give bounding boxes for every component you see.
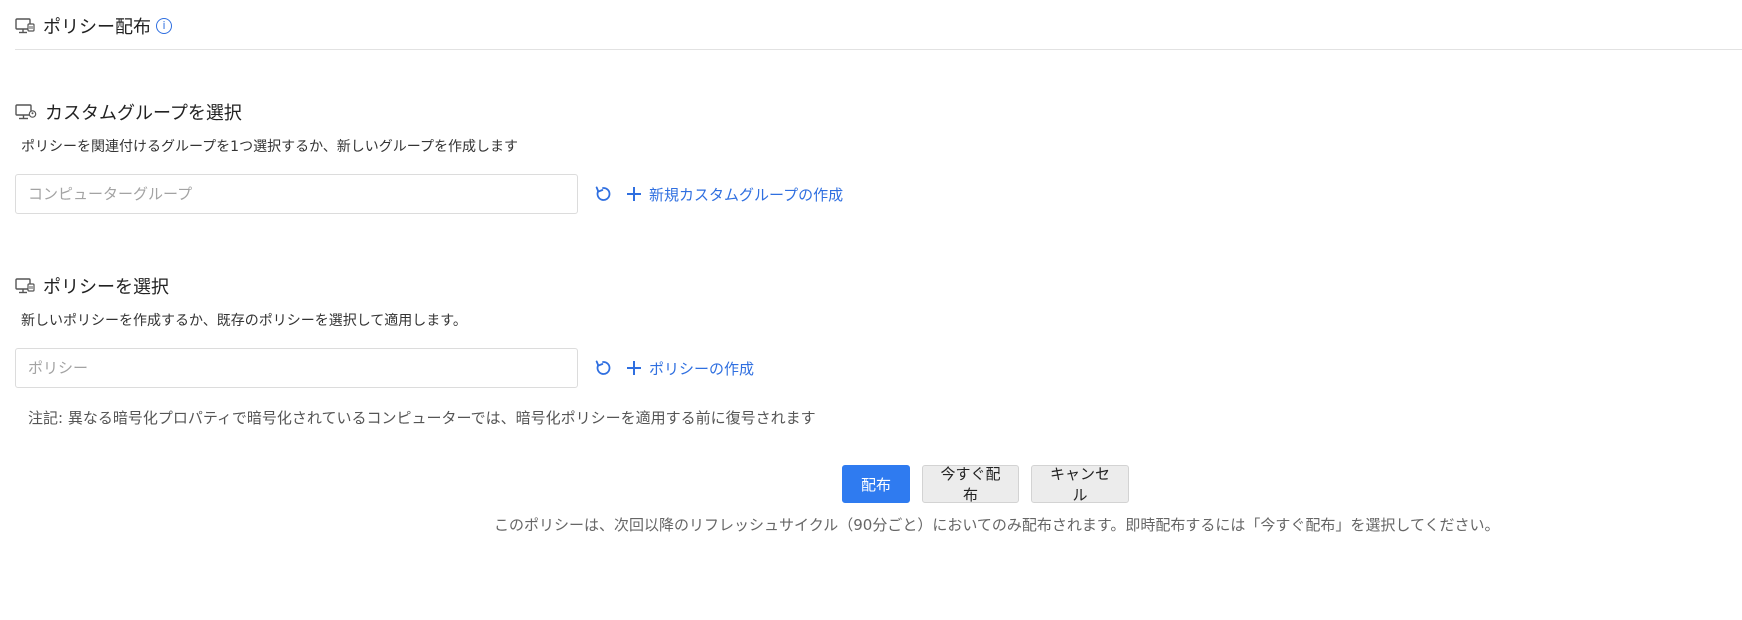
policy-section-label: ポリシーを選択	[43, 277, 169, 298]
encryption-note: 注記: 異なる暗号化プロパティで暗号化されているコンピューターでは、暗号化ポリシ…	[28, 409, 816, 427]
page-header: ポリシー配布 i	[15, 10, 1742, 50]
group-section-title: カスタムグループを選択	[15, 99, 242, 125]
computer-group-input[interactable]	[15, 174, 578, 214]
plus-icon	[626, 186, 642, 202]
group-section-description: ポリシーを関連付けるグループを1つ選択するか、新しいグループを作成します	[21, 139, 518, 155]
page-title: ポリシー配布	[43, 16, 151, 38]
deploy-button[interactable]: 配布	[842, 465, 910, 503]
action-buttons: 配布 今すぐ配布 キャンセル	[842, 465, 1129, 504]
policy-deploy-page: ポリシー配布 i カスタムグループを選択 ポリシーを関連付けるグループを1つ選択…	[0, 0, 1742, 620]
plus-icon	[626, 360, 642, 376]
group-section-label: カスタムグループを選択	[45, 103, 242, 124]
create-policy-label: ポリシーの作成	[649, 359, 755, 378]
info-icon[interactable]: i	[156, 17, 172, 34]
cancel-button[interactable]: キャンセル	[1031, 465, 1129, 504]
create-policy-link[interactable]: ポリシーの作成	[626, 358, 754, 379]
policy-tools: ポリシーの作成	[594, 348, 754, 388]
create-custom-group-label: 新規カスタムグループの作成	[649, 185, 844, 204]
monitor-group-icon	[15, 103, 37, 121]
refresh-icon[interactable]	[594, 185, 612, 203]
policy-section-description: 新しいポリシーを作成するか、既存のポリシーを選択して適用します。	[21, 313, 467, 329]
monitor-policy-icon	[15, 17, 35, 35]
create-custom-group-link[interactable]: 新規カスタムグループの作成	[626, 184, 843, 205]
deploy-footnote: このポリシーは、次回以降のリフレッシュサイクル（90分ごと）においてのみ配布され…	[494, 516, 1500, 534]
deploy-now-button[interactable]: 今すぐ配布	[922, 465, 1019, 504]
policy-section-title: ポリシーを選択	[15, 273, 169, 299]
monitor-policy-icon	[15, 277, 35, 295]
policy-input[interactable]	[15, 348, 578, 388]
refresh-icon[interactable]	[594, 359, 612, 377]
group-tools: 新規カスタムグループの作成	[594, 174, 843, 214]
